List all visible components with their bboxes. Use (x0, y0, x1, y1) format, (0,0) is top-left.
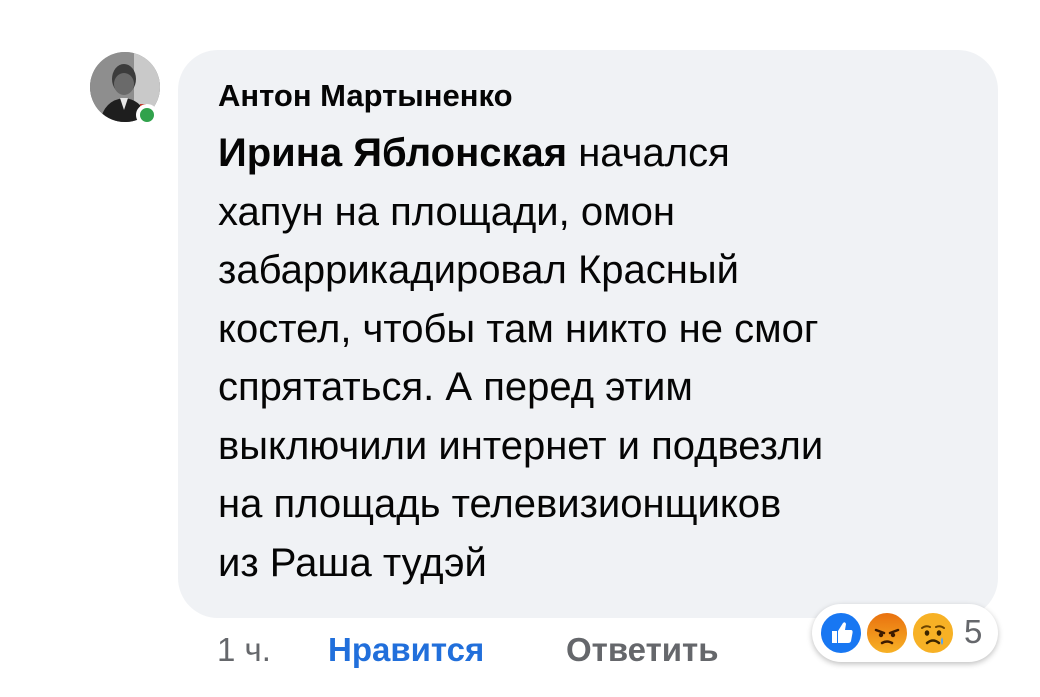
comment-bubble: Антон Мартыненко Ирина Яблонская начался… (178, 50, 998, 618)
comment-line: спрятаться. А перед этим (218, 365, 693, 409)
comment-text: Ирина Яблонская начался хапун на площади… (218, 124, 978, 592)
comment-line: из Раша тудэй (218, 540, 487, 585)
comment-line: выключили интернет и подвезли (218, 423, 824, 468)
comment-line: Ирина Яблонская начался (218, 124, 978, 183)
reaction-count: 5 (964, 613, 983, 650)
comment-timestamp[interactable]: 1 ч. (217, 628, 271, 672)
reactions-summary[interactable]: 5 (812, 604, 998, 662)
like-icon (818, 610, 864, 656)
like-button[interactable]: Нравится (328, 628, 484, 672)
mention-link[interactable]: Ирина Яблонская (218, 131, 567, 175)
angry-icon (864, 610, 910, 656)
comment-line: забаррикадировал Красный (218, 248, 739, 292)
comment-line: костел, чтобы там никто не смог (218, 306, 819, 351)
comment-author[interactable]: Антон Мартыненко (218, 76, 998, 116)
online-status-indicator (136, 104, 158, 126)
comment-line: хапун на площади, омон (218, 189, 675, 234)
comment-line: на площадь телевизионщиков (218, 482, 782, 526)
reply-button[interactable]: Ответить (566, 628, 719, 672)
comment-line-text: начался (567, 131, 730, 175)
sad-icon (910, 610, 956, 656)
